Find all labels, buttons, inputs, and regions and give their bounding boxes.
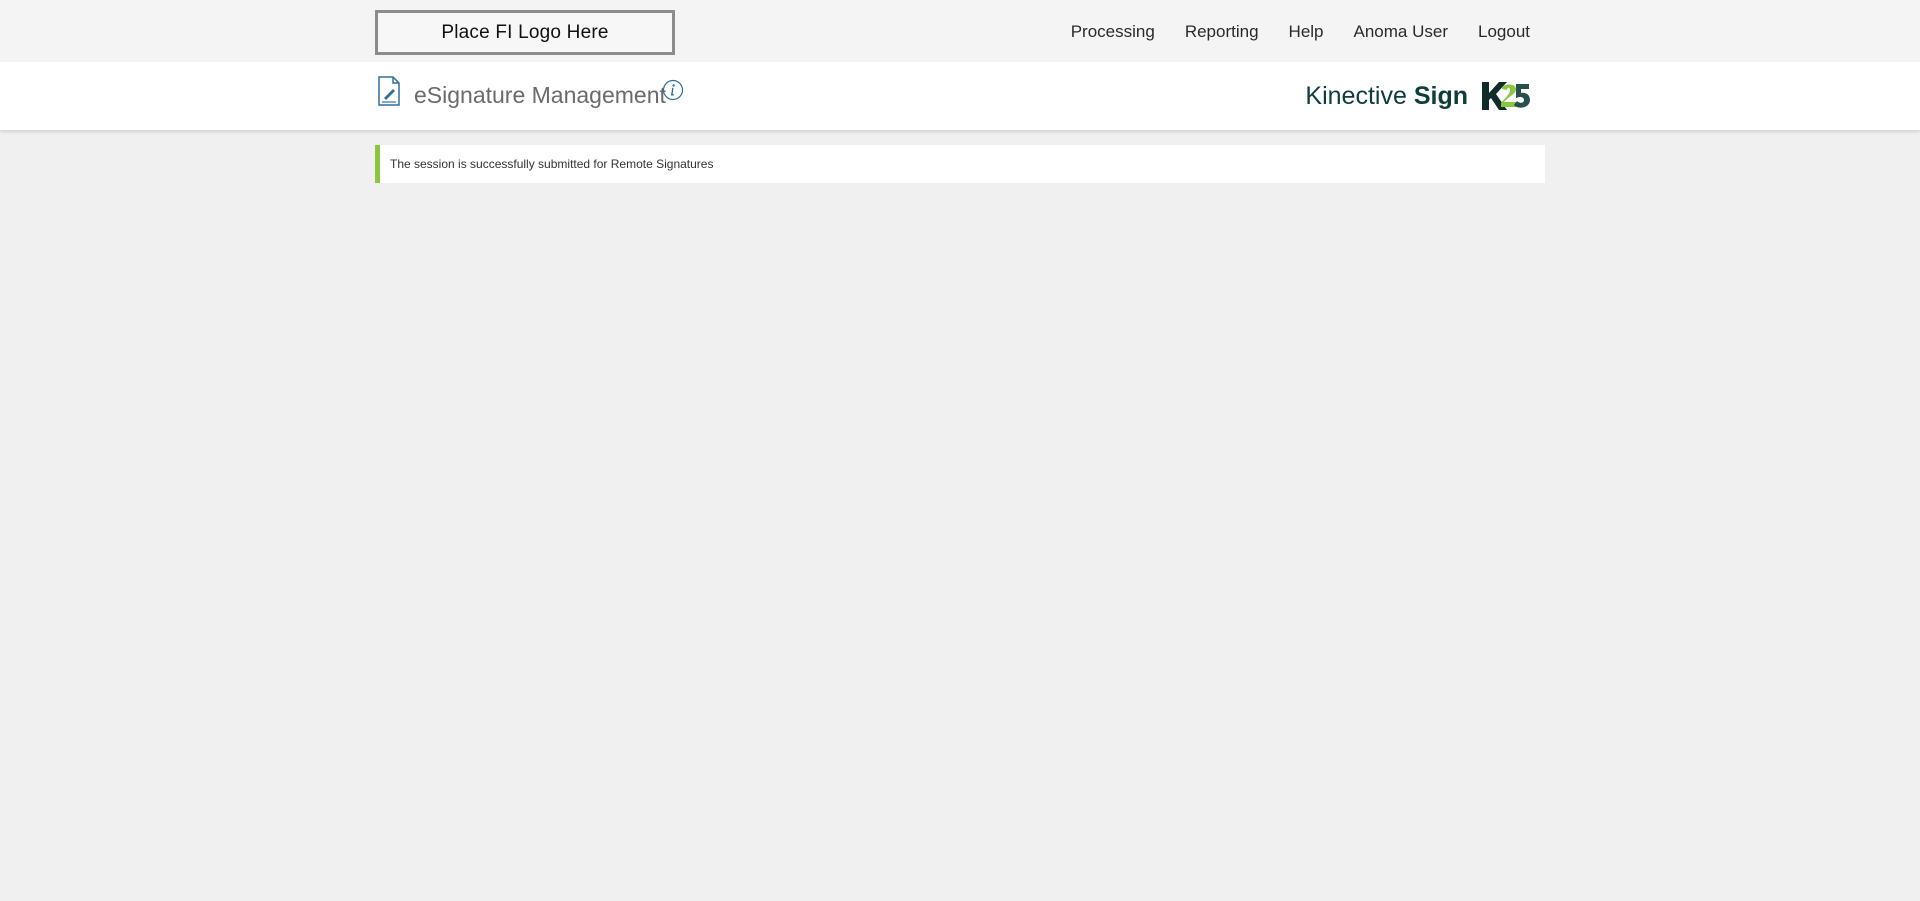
info-icon[interactable] [662, 79, 684, 101]
top-navigation-bar: Place FI Logo Here Processing Reporting … [0, 0, 1920, 62]
nav-processing[interactable]: Processing [1071, 22, 1155, 42]
kinective-sign-brand: Kinective Sign [1305, 80, 1530, 112]
document-signature-icon [378, 76, 400, 106]
nav-logout[interactable]: Logout [1478, 22, 1530, 42]
fi-logo-placeholder: Place FI Logo Here [375, 10, 675, 55]
alert-message: The session is successfully submitted fo… [390, 157, 714, 171]
main-nav: Processing Reporting Help Anoma User Log… [1071, 22, 1530, 42]
brand-name-regular: Kinective [1305, 81, 1407, 110]
fi-logo-placeholder-text: Place FI Logo Here [441, 21, 609, 43]
nav-reporting[interactable]: Reporting [1185, 22, 1259, 42]
success-alert: The session is successfully submitted fo… [375, 145, 1545, 183]
page-title: eSignature Management [414, 82, 666, 108]
nav-user-menu[interactable]: Anoma User [1354, 22, 1448, 42]
nav-help[interactable]: Help [1289, 22, 1324, 42]
page-title-bar: eSignature Management Kinective Sign [0, 62, 1920, 130]
brand-name: Kinective Sign [1305, 82, 1468, 111]
brand-name-bold: Sign [1413, 81, 1468, 110]
k25-logo [1482, 82, 1530, 110]
